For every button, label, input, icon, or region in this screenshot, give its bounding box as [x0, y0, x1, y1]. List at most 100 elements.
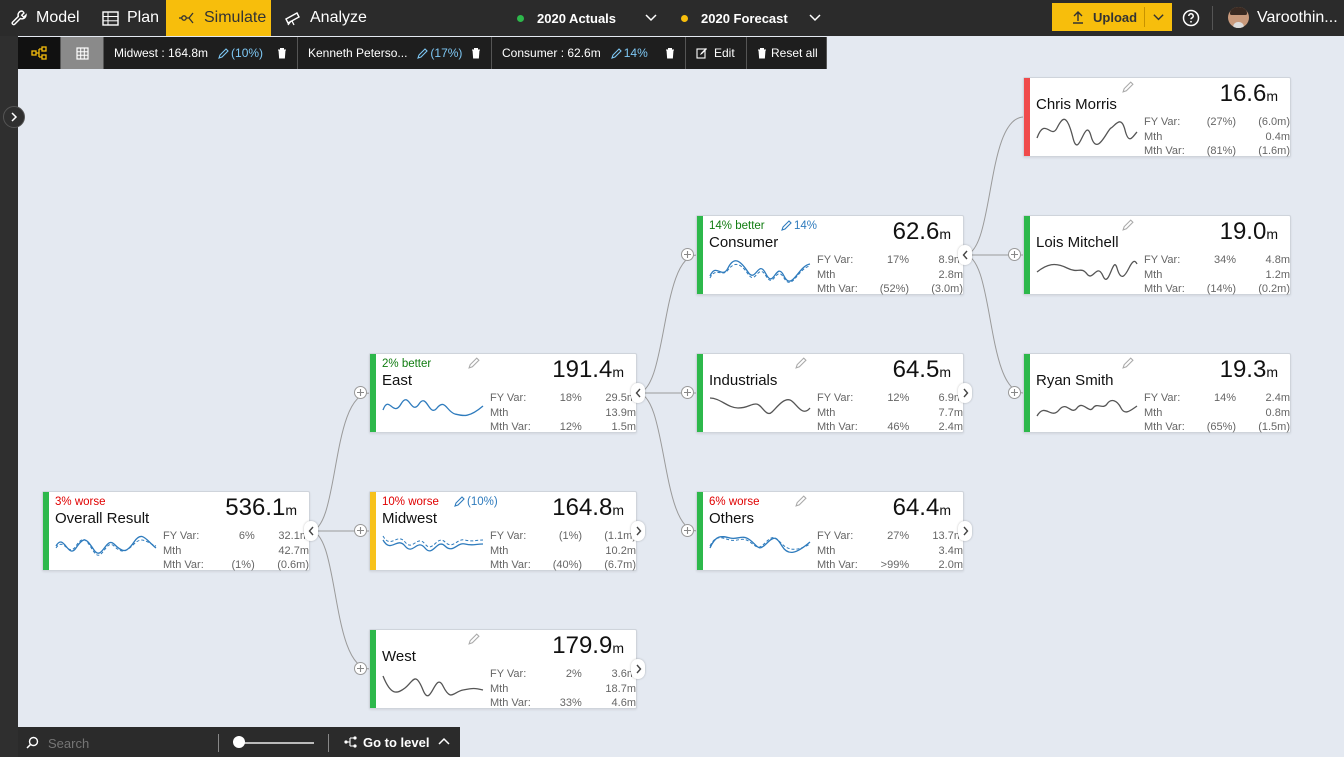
row-label: FY Var:	[1144, 392, 1181, 405]
row-mth: Mth 0.8m	[1144, 406, 1290, 421]
mth-pct	[870, 406, 909, 421]
mth-var-pct: (1%)	[231, 559, 255, 572]
node-value: 19.0m	[1220, 218, 1278, 246]
add-child-button[interactable]	[681, 524, 694, 537]
node-value-unit: m	[612, 364, 624, 380]
node-west[interactable]: West 179.9m FY Var: 2% 3.6m Mth 18.7m Mth Va…	[369, 629, 637, 709]
add-child-button[interactable]	[354, 524, 367, 537]
search-input[interactable]	[48, 732, 208, 754]
row-fy-var: FY Var: 18% 29.5m	[490, 391, 636, 406]
row-label: Mth	[1144, 130, 1163, 143]
fy-var-val: 29.5m	[605, 392, 636, 405]
expand-button[interactable]	[958, 383, 972, 403]
add-child-button[interactable]	[1008, 248, 1021, 261]
add-child-button[interactable]	[681, 248, 694, 261]
row-label: Mth	[1144, 406, 1163, 419]
mth-var-val: (1.6m)	[1258, 145, 1290, 158]
divider	[218, 734, 219, 752]
metrics-table: FY Var: 12% 6.9m Mth 7.7m Mth Var: 46% 2.4m	[817, 391, 963, 435]
add-child-button[interactable]	[681, 386, 694, 399]
node-east[interactable]: 2% better East 191.4m FY Var: 18% 29.5m Mth 1…	[369, 353, 637, 433]
go-to-level-button[interactable]: Go to level	[344, 727, 450, 757]
row-mth: Mth 42.7m	[163, 544, 309, 559]
hierarchy-icon	[344, 736, 357, 748]
node-value-number: 19.3	[1219, 356, 1267, 383]
metrics-table: FY Var: 2% 3.6m Mth 18.7m Mth Var: 33% 4.6m	[490, 667, 636, 711]
mth-var-val: (0.6m)	[277, 559, 309, 572]
collapse-button[interactable]	[958, 245, 972, 265]
zoom-slider-track[interactable]	[238, 742, 314, 744]
pencil-icon[interactable]	[468, 633, 480, 645]
add-child-button[interactable]	[354, 386, 367, 399]
variance-tag: 3% worse	[55, 496, 106, 508]
pencil-icon[interactable]	[1122, 219, 1134, 231]
variance-tag: 2% better	[382, 358, 432, 370]
mth-pct	[869, 544, 909, 559]
metrics-table: FY Var: (1%) (1.1m) Mth 10.2m Mth Var: (40%)…	[490, 529, 636, 573]
collapse-button[interactable]	[631, 383, 645, 403]
node-industrials[interactable]: Industrials 64.5m FY Var: 12% 6.9m Mth 7.7m …	[696, 353, 964, 433]
node-lois[interactable]: Lois Mitchell 19.0m FY Var: 34% 4.8m Mth 1.2…	[1023, 215, 1291, 295]
sparkline	[1036, 260, 1138, 280]
node-value-number: 536.1	[225, 494, 286, 521]
plus-icon	[357, 527, 364, 534]
sparkline	[1036, 399, 1138, 417]
add-child-button[interactable]	[1008, 386, 1021, 399]
node-value-number: 64.4	[892, 494, 940, 521]
add-child-button[interactable]	[354, 662, 367, 675]
row-label: Mth	[490, 682, 509, 695]
node-ryan[interactable]: Ryan Smith 19.3m FY Var: 14% 2.4m Mth 0.8m M…	[1023, 353, 1291, 433]
plus-icon	[684, 389, 691, 396]
mth-var-pct: 12%	[559, 421, 582, 434]
node-title: Midwest	[382, 510, 438, 527]
mth-val: 7.7m	[938, 406, 963, 419]
mth-var-pct: (81%)	[1206, 145, 1237, 158]
row-mth: Mth 0.4m	[1144, 130, 1290, 145]
row-fy-var: FY Var: 27% 13.7m	[817, 529, 963, 544]
status-bar	[697, 492, 703, 570]
fy-var-pct: 34%	[1214, 254, 1237, 267]
expand-button[interactable]	[631, 659, 645, 679]
zoom-slider-handle[interactable]	[233, 736, 245, 748]
status-bar	[370, 630, 376, 708]
row-label: Mth Var:	[490, 697, 531, 710]
collapse-button[interactable]	[304, 521, 318, 541]
row-label: FY Var:	[163, 530, 200, 543]
mth-val: 0.8m	[1265, 406, 1290, 419]
node-value-number: 19.0	[1219, 218, 1267, 245]
row-label: FY Var:	[1144, 254, 1181, 267]
row-mth: Mth 7.7m	[817, 406, 963, 421]
pencil-icon[interactable]	[781, 220, 792, 231]
node-overall[interactable]: 3% worse Overall Result 536.1m FY Var: 6% 32…	[42, 491, 310, 571]
pencil-icon[interactable]	[795, 357, 807, 369]
row-mth: Mth 13.9m	[490, 406, 636, 421]
pencil-icon[interactable]	[795, 495, 807, 507]
pencil-icon[interactable]	[1122, 81, 1134, 93]
row-mth: Mth 2.8m	[817, 268, 963, 283]
pencil-icon[interactable]	[468, 357, 480, 369]
row-label: FY Var:	[490, 668, 527, 681]
chevron-up-icon[interactable]	[438, 737, 450, 747]
mth-var-pct: (40%)	[552, 559, 583, 572]
pencil-icon[interactable]	[454, 496, 465, 507]
mth-pct	[215, 544, 254, 559]
row-label: Mth	[1144, 268, 1163, 281]
node-value: 64.4m	[893, 494, 951, 522]
row-mth-var: Mth Var: (14%) (0.2m)	[1144, 282, 1290, 297]
metrics-table: FY Var: (27%) (6.0m) Mth 0.4m Mth Var: (81%)…	[1144, 115, 1290, 159]
row-label: FY Var:	[490, 392, 527, 405]
row-mth: Mth 1.2m	[1144, 268, 1290, 283]
node-midwest[interactable]: 10% worse (10%) Midwest 164.8m FY Var: (1%) (…	[369, 491, 637, 571]
node-chris[interactable]: Chris Morris 16.6m FY Var: (27%) (6.0m) Mth…	[1023, 77, 1291, 157]
row-mth: Mth 10.2m	[490, 544, 636, 559]
expand-button[interactable]	[958, 521, 972, 541]
node-others[interactable]: 6% worse Others 64.4m FY Var: 27% 13.7m Mth 3…	[696, 491, 964, 571]
expand-button[interactable]	[631, 521, 645, 541]
row-label: Mth	[817, 406, 836, 419]
pencil-icon[interactable]	[1122, 357, 1134, 369]
mth-pct	[1196, 406, 1236, 421]
metrics-table: FY Var: 14% 2.4m Mth 0.8m Mth Var: (65%) (1.5…	[1144, 391, 1290, 435]
go-to-level-label: Go to level	[363, 734, 430, 750]
node-consumer[interactable]: 14% better 14% Consumer 62.6m FY Var: 17% 8.9…	[696, 215, 964, 295]
fy-var-val: 32.1m	[278, 530, 309, 543]
